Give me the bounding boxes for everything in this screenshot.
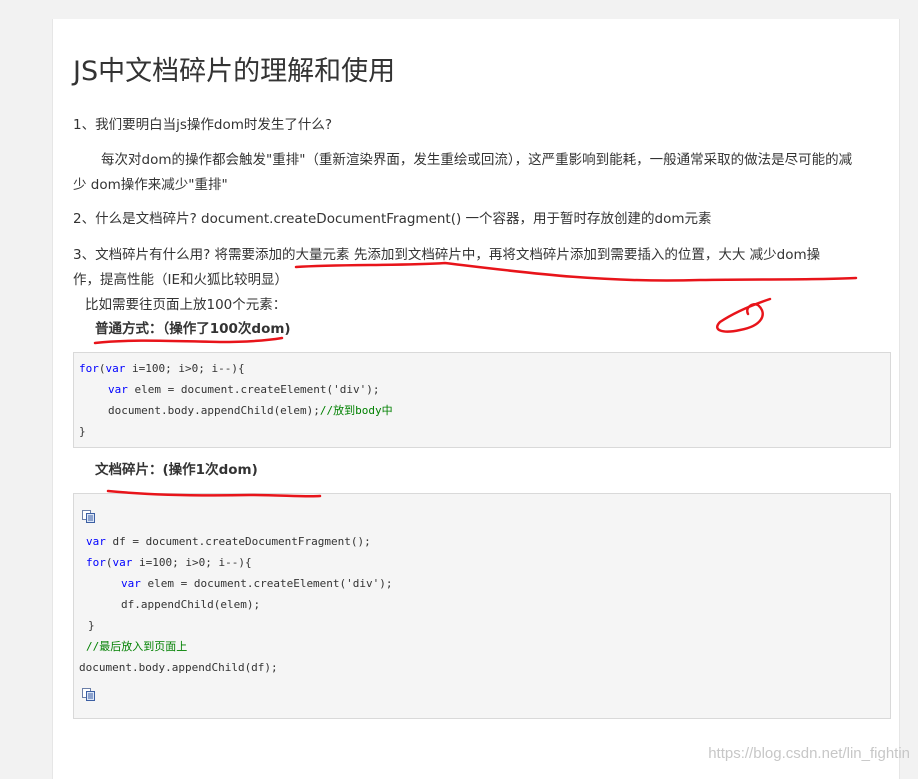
article-page: JS中文档碎片的理解和使用 1、我们要明白当js操作dom时发生了什么? 每次对… xyxy=(52,19,900,779)
question-2: 2、什么是文档碎片? document.createDocumentFragme… xyxy=(73,211,712,227)
code-keyword: var xyxy=(121,577,141,590)
code-text: df = document.createDocumentFragment(); xyxy=(105,535,371,548)
code-keyword: var xyxy=(105,362,126,375)
code-text: elem = document.createElement('div'); xyxy=(127,383,380,396)
code-block-fragment: var df = document.createDocumentFragment… xyxy=(73,493,891,719)
code-line: var elem = document.createElement('div')… xyxy=(108,379,380,400)
code-line: for(var i=100; i>0; i--){ xyxy=(79,358,245,379)
code-line: var elem = document.createElement('div')… xyxy=(121,573,393,594)
question-3-line-2: 作，提高性能（IE和火狐比较明显） xyxy=(73,272,289,288)
paragraph-1-line-1: 每次对dom的操作都会触发"重排"（重新渲染界面，发生重绘或回流），这严重影响到… xyxy=(101,152,853,168)
example-intro: 比如需要往页面上放100个元素： xyxy=(85,297,287,313)
code-keyword: for xyxy=(79,362,99,375)
code-text: ( xyxy=(98,362,106,375)
copy-code-icon[interactable] xyxy=(82,510,96,523)
code-text: ( xyxy=(105,556,113,569)
code-block-normal: for(var i=100; i>0; i--){ var elem = doc… xyxy=(73,352,891,448)
code-comment: //最后放入到页面上 xyxy=(86,640,188,653)
page-title: JS中文档碎片的理解和使用 xyxy=(73,56,396,87)
code-line: document.body.appendChild(df); xyxy=(79,661,278,674)
code-text: elem = document.createElement('div'); xyxy=(140,577,393,590)
code-text: i=100; i>0; i--){ xyxy=(132,556,252,569)
code-text: i=100; i>0; i--){ xyxy=(125,362,245,375)
code-comment: //放到body中 xyxy=(319,404,393,417)
code-keyword: for xyxy=(86,556,106,569)
code-line: } xyxy=(88,619,95,632)
copy-code-icon[interactable] xyxy=(82,688,96,701)
code-line: for(var i=100; i>0; i--){ xyxy=(86,552,252,573)
normal-method-heading: 普通方式：（操作了100次dom) xyxy=(95,321,291,337)
code-keyword: var xyxy=(86,535,106,548)
code-line: } xyxy=(79,425,86,438)
code-text: document.body.appendChild(elem); xyxy=(108,404,320,417)
question-1: 1、我们要明白当js操作dom时发生了什么? xyxy=(73,117,333,133)
watermark: https://blog.csdn.net/lin_fightin xyxy=(708,745,910,762)
code-keyword: var xyxy=(108,383,128,396)
code-line: var df = document.createDocumentFragment… xyxy=(86,531,371,552)
fragment-method-heading: 文档碎片：(操作1次dom) xyxy=(95,462,258,478)
code-keyword: var xyxy=(112,556,133,569)
code-line: df.appendChild(elem); xyxy=(121,598,261,611)
question-3-line-1: 3、文档碎片有什么用? 将需要添加的大量元素 先添加到文档碎片中，再将文档碎片添… xyxy=(73,247,821,263)
code-line: document.body.appendChild(elem);//放到body… xyxy=(108,400,393,421)
paragraph-1-line-2: 少 dom操作来减少"重排" xyxy=(73,177,228,193)
